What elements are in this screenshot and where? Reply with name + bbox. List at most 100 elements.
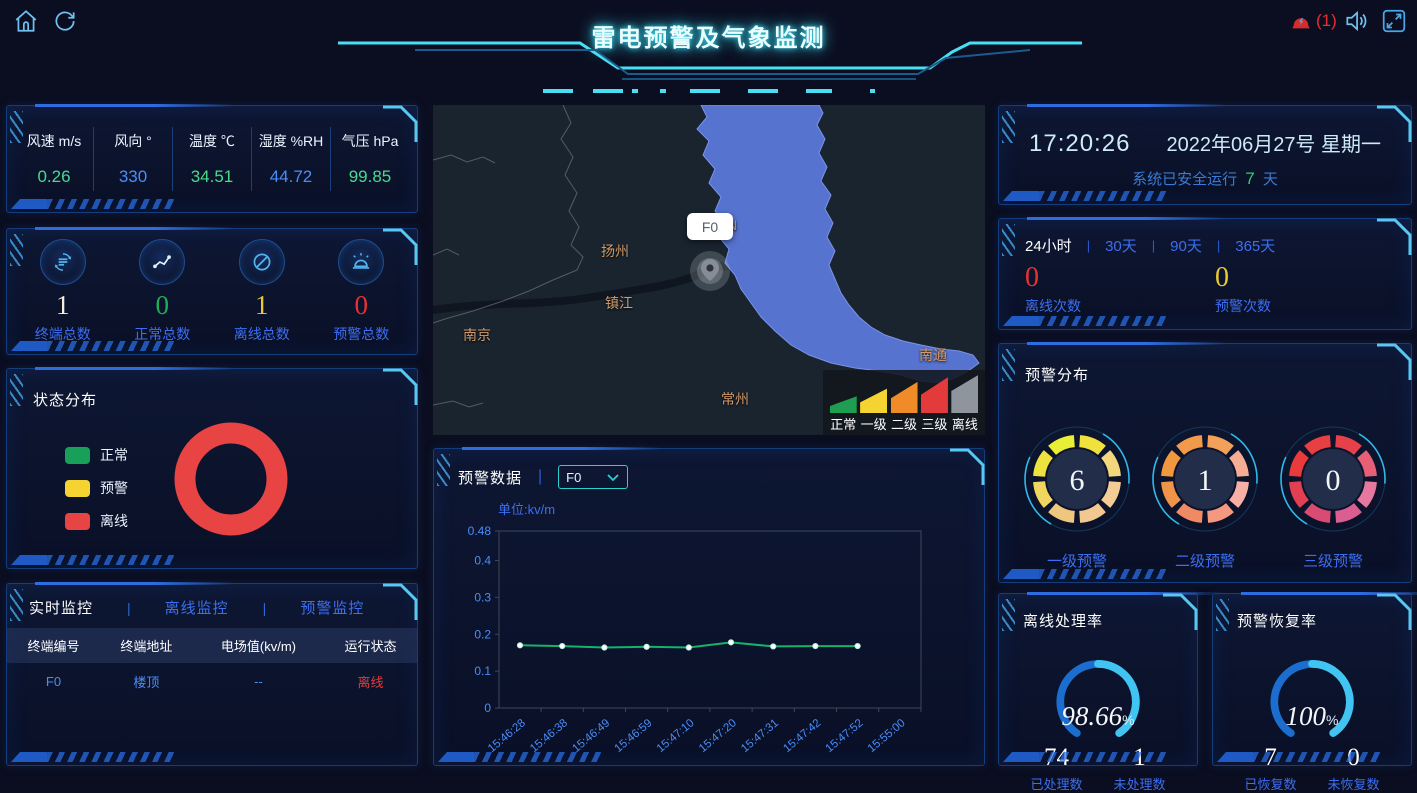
map-legend-label: 二级 bbox=[889, 414, 919, 433]
period-tab[interactable]: 365天 bbox=[1235, 235, 1275, 256]
clock-time: 17:20:26 bbox=[1029, 130, 1130, 158]
legend-swatch bbox=[65, 480, 90, 497]
monitor-panel: 实时监控|离线监控|预警监控 终端编号终端地址电场值(kv/m)运行状态 F0楼… bbox=[6, 583, 418, 766]
terminal-stat-value: 1 bbox=[13, 291, 113, 321]
tab-divider: | bbox=[1087, 238, 1090, 253]
terminal-stat-label: 离线总数 bbox=[212, 324, 312, 344]
table-column-header: 终端编号 bbox=[7, 628, 100, 663]
alarm-count: (1) bbox=[1316, 11, 1337, 31]
map-legend-wedge bbox=[830, 375, 857, 413]
map-legend-label: 三级 bbox=[919, 414, 949, 433]
chart-unit-label: 单位:kv/m bbox=[498, 499, 984, 518]
table-column-header: 电场值(kv/m) bbox=[193, 628, 324, 663]
map-legend-label: 离线 bbox=[950, 414, 980, 433]
legend-label: 预警 bbox=[100, 478, 128, 498]
table-column-header: 终端地址 bbox=[100, 628, 193, 663]
terminal-stat: 0 预警总数 bbox=[312, 239, 412, 345]
warning-gauge-ring: 1 bbox=[1143, 417, 1267, 541]
svg-text:15:47:20: 15:47:20 bbox=[697, 717, 739, 755]
period-tabs: 24小时|30天|90天|365天 bbox=[999, 219, 1411, 256]
svg-text:0.3: 0.3 bbox=[474, 590, 491, 604]
status-distribution-panel: 状态分布 正常预警离线 bbox=[6, 368, 418, 569]
rate-stat: 74已处理数 bbox=[1030, 744, 1082, 793]
weather-label: 风速 m/s bbox=[17, 131, 91, 151]
trend-icon bbox=[139, 239, 185, 285]
rate-stat: 7已恢复数 bbox=[1244, 744, 1296, 793]
siren-icon bbox=[338, 239, 384, 285]
map[interactable]: N 扬州镇江南京常州南通 F0 正常一级二级三级离线 bbox=[433, 105, 985, 435]
weather-item: 温度 ℃34.51 bbox=[173, 127, 252, 191]
map-legend: 正常一级二级三级离线 bbox=[823, 370, 985, 435]
terminal-select-value: F0 bbox=[566, 470, 581, 485]
chevron-down-icon bbox=[606, 473, 620, 482]
offline-rate-stats: 74已处理数 1未处理数 bbox=[999, 744, 1197, 793]
terminal-select[interactable]: F0 bbox=[558, 465, 628, 489]
alarm-button[interactable]: (1) bbox=[1290, 10, 1337, 32]
monitor-tab[interactable]: 预警监控 bbox=[300, 597, 364, 618]
table-cell: 离线 bbox=[324, 663, 417, 700]
weather-value: 0.26 bbox=[17, 167, 91, 187]
period-tab[interactable]: 90天 bbox=[1170, 235, 1202, 256]
warning-data-panel: 预警数据 | F0 单位:kv/m 00.10.20.30.40.4815:46… bbox=[433, 448, 985, 766]
period-stats-row: 0离线次数0预警次数 bbox=[999, 256, 1411, 316]
monitor-tab[interactable]: 实时监控 bbox=[29, 597, 93, 618]
divider: | bbox=[538, 468, 542, 486]
warning-gauge-ring: 0 bbox=[1271, 417, 1395, 541]
svg-text:1: 1 bbox=[1198, 464, 1213, 497]
map-legend-label: 一级 bbox=[858, 414, 888, 433]
svg-text:15:47:31: 15:47:31 bbox=[739, 717, 781, 755]
weather-value: 99.85 bbox=[333, 167, 407, 187]
map-marker[interactable] bbox=[690, 251, 730, 291]
rate-stat-label: 已处理数 bbox=[1030, 774, 1082, 793]
map-legend-wedge bbox=[951, 375, 978, 413]
fullscreen-icon bbox=[1381, 8, 1407, 34]
legend-swatch bbox=[65, 447, 90, 464]
monitor-table: 终端编号终端地址电场值(kv/m)运行状态 F0楼顶--离线 bbox=[7, 628, 417, 700]
monitor-tabs: 实时监控|离线监控|预警监控 bbox=[7, 584, 417, 628]
map-legend-label: 正常 bbox=[828, 414, 858, 433]
svg-text:15:46:28: 15:46:28 bbox=[486, 717, 528, 755]
sound-button[interactable] bbox=[1343, 8, 1369, 39]
legend-swatch bbox=[65, 513, 90, 530]
monitor-table-header: 终端编号终端地址电场值(kv/m)运行状态 bbox=[7, 628, 417, 663]
svg-text:0: 0 bbox=[1326, 464, 1341, 497]
table-cell: F0 bbox=[7, 663, 100, 700]
weather-value: 330 bbox=[96, 167, 170, 187]
map-legend-item: 二级 bbox=[889, 375, 919, 433]
terminal-stat-value: 1 bbox=[212, 291, 312, 321]
weather-value: 34.51 bbox=[175, 167, 249, 187]
clock-panel: 17:20:26 2022年06月27号 星期一 系统已安全运行 7 天 bbox=[998, 105, 1412, 205]
table-row[interactable]: F0楼顶--离线 bbox=[7, 663, 417, 700]
period-stats-panel: 24小时|30天|90天|365天 0离线次数0预警次数 bbox=[998, 218, 1412, 330]
monitor-tab[interactable]: 离线监控 bbox=[165, 597, 229, 618]
svg-text:15:46:49: 15:46:49 bbox=[570, 717, 612, 755]
weather-row: 风速 m/s0.26风向 °330温度 ℃34.51湿度 %RH44.72气压 … bbox=[7, 106, 417, 212]
terminal-stat-label: 预警总数 bbox=[312, 324, 412, 344]
uptime-days: 7 bbox=[1245, 169, 1254, 188]
map-legend-wedge bbox=[860, 375, 887, 413]
map-legend-item: 一级 bbox=[858, 375, 888, 433]
legend-item: 正常 bbox=[65, 445, 128, 465]
warning-gauge: 6一级预警 bbox=[1015, 417, 1139, 571]
period-tab[interactable]: 30天 bbox=[1105, 235, 1137, 256]
clock-date: 2022年06月27号 星期一 bbox=[1166, 128, 1381, 157]
terminal-stat-value: 0 bbox=[312, 291, 412, 321]
map-city-label: 南通 bbox=[919, 345, 947, 365]
status-donut-chart bbox=[169, 417, 293, 541]
svg-text:0.4: 0.4 bbox=[474, 554, 491, 568]
rate-stat: 1未处理数 bbox=[1113, 744, 1165, 793]
svg-text:0.2: 0.2 bbox=[474, 627, 491, 641]
map-city-label: 扬州 bbox=[601, 241, 629, 261]
rate-stat-label: 未恢复数 bbox=[1327, 774, 1379, 793]
offline-rate-title: 离线处理率 bbox=[999, 594, 1197, 631]
weather-label: 风向 ° bbox=[96, 131, 170, 151]
map-legend-wedge bbox=[891, 375, 918, 413]
period-tab[interactable]: 24小时 bbox=[1025, 235, 1072, 256]
svg-text:0.48: 0.48 bbox=[468, 524, 492, 538]
warning-distribution-title: 预警分布 bbox=[999, 344, 1411, 385]
rate-stat-label: 未处理数 bbox=[1113, 774, 1165, 793]
fullscreen-button[interactable] bbox=[1381, 8, 1407, 39]
legend-item: 离线 bbox=[65, 511, 128, 531]
weather-item: 风向 ° 330 bbox=[94, 127, 173, 191]
table-cell: -- bbox=[193, 663, 324, 700]
